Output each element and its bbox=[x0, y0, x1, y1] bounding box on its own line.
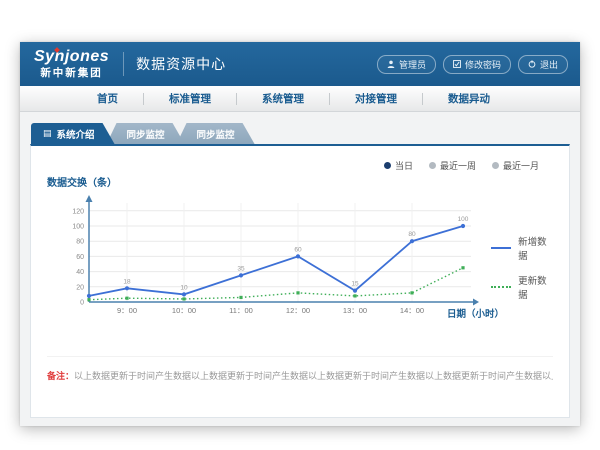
admin-user-button[interactable]: 管理员 bbox=[377, 55, 436, 74]
svg-text:120: 120 bbox=[72, 208, 84, 215]
radio-last-month[interactable]: 最近一月 bbox=[492, 158, 539, 172]
logo-company: 新中新集团 bbox=[40, 68, 103, 79]
svg-text:10: 10 bbox=[180, 284, 188, 291]
tab-label: 同步监控 bbox=[127, 127, 165, 141]
legend-line-solid-icon bbox=[491, 247, 511, 249]
svg-text:15: 15 bbox=[351, 281, 359, 288]
svg-text:100: 100 bbox=[72, 224, 84, 231]
svg-text:14：00: 14：00 bbox=[400, 306, 424, 315]
svg-text:80: 80 bbox=[408, 231, 416, 238]
svg-text:80: 80 bbox=[76, 239, 84, 246]
nav-item-standard-mgmt[interactable]: 标准管理 bbox=[144, 91, 236, 106]
logout-label: 退出 bbox=[540, 58, 558, 71]
svg-text:35: 35 bbox=[237, 265, 245, 272]
svg-text:60: 60 bbox=[76, 254, 84, 261]
y-axis-title: 数据交换（条） bbox=[47, 174, 553, 188]
content-area: ▤ 系统介绍 同步监控 同步监控 当日 bbox=[20, 112, 580, 425]
tab-system-intro[interactable]: ▤ 系统介绍 bbox=[31, 123, 115, 144]
nav-item-data-change[interactable]: 数据异动 bbox=[423, 91, 515, 106]
logout-icon bbox=[528, 60, 536, 68]
edit-icon bbox=[453, 60, 461, 68]
radio-today[interactable]: 当日 bbox=[384, 158, 413, 172]
app-header: Synjones 新中新集团 数据资源中心 管理员 修改密码 bbox=[20, 42, 580, 86]
svg-text:9：00: 9：00 bbox=[117, 306, 137, 315]
legend-item-update-data[interactable]: 更新数据 bbox=[491, 273, 553, 301]
svg-text:40: 40 bbox=[76, 269, 84, 276]
logo-brand: Synjones bbox=[34, 49, 109, 65]
app-window: Synjones 新中新集团 数据资源中心 管理员 修改密码 bbox=[20, 42, 580, 426]
footnote-text: 以上数据更新于时间产生数据以上数据更新于时间产生数据以上数据更新于时间产生数据以… bbox=[74, 371, 553, 381]
svg-text:12：00: 12：00 bbox=[286, 306, 310, 315]
logo: Synjones 新中新集团 bbox=[34, 49, 123, 79]
document-icon: ▤ bbox=[43, 128, 52, 139]
tab-label: 同步监控 bbox=[197, 127, 235, 141]
x-axis-title: 日期（小时） bbox=[447, 306, 504, 320]
radio-selected-icon bbox=[384, 162, 391, 169]
header-divider bbox=[123, 52, 124, 76]
radio-last-week[interactable]: 最近一周 bbox=[429, 158, 476, 172]
logout-button[interactable]: 退出 bbox=[518, 55, 568, 74]
svg-text:60: 60 bbox=[294, 246, 302, 253]
tab-sync-monitor-1[interactable]: 同步监控 bbox=[107, 123, 185, 144]
footnote-prefix: 备注： bbox=[47, 371, 74, 381]
nav-item-home[interactable]: 首页 bbox=[72, 91, 143, 106]
legend-item-new-data[interactable]: 新增数据 bbox=[491, 234, 553, 262]
admin-user-label: 管理员 bbox=[399, 58, 426, 71]
legend-label: 更新数据 bbox=[518, 273, 553, 301]
svg-text:13：00: 13：00 bbox=[343, 306, 367, 315]
line-chart: 0 20 40 60 80 100 120 9：00 10：00 11：00 12：00 13：00 1… bbox=[47, 190, 553, 342]
svg-text:100: 100 bbox=[458, 216, 469, 223]
legend-line-dotted-icon bbox=[491, 286, 511, 288]
svg-text:10：00: 10：00 bbox=[172, 306, 196, 315]
radio-last-week-label: 最近一周 bbox=[440, 159, 476, 172]
nav-item-interface-mgmt[interactable]: 对接管理 bbox=[330, 91, 422, 106]
user-icon bbox=[387, 60, 395, 68]
footnote: 备注：以上数据更新于时间产生数据以上数据更新于时间产生数据以上数据更新于时间产生… bbox=[47, 356, 553, 382]
radio-last-month-label: 最近一月 bbox=[503, 159, 539, 172]
user-menu: 管理员 修改密码 退出 bbox=[377, 55, 568, 74]
tab-sync-monitor-2[interactable]: 同步监控 bbox=[177, 123, 255, 144]
page-title: 数据资源中心 bbox=[136, 54, 226, 74]
chart-card: 当日 最近一周 最近一月 数据交换（条） 0 20 40 60 80 100 120 9：00… bbox=[30, 144, 570, 418]
time-range-filter: 当日 最近一周 最近一月 bbox=[47, 158, 539, 172]
change-password-button[interactable]: 修改密码 bbox=[443, 55, 511, 74]
main-nav: 首页 标准管理 系统管理 对接管理 数据异动 bbox=[20, 86, 580, 112]
page: Synjones 新中新集团 数据资源中心 管理员 修改密码 bbox=[0, 0, 600, 450]
tab-label: 系统介绍 bbox=[57, 127, 95, 141]
svg-text:18: 18 bbox=[123, 278, 131, 285]
tab-bar: ▤ 系统介绍 同步监控 同步监控 bbox=[31, 123, 570, 144]
svg-text:11：00: 11：00 bbox=[229, 306, 253, 315]
nav-item-system-mgmt[interactable]: 系统管理 bbox=[237, 91, 329, 106]
legend-label: 新增数据 bbox=[518, 234, 553, 262]
chart-legend: 新增数据 更新数据 bbox=[491, 234, 553, 301]
radio-today-label: 当日 bbox=[395, 159, 413, 172]
chart-canvas: 0 20 40 60 80 100 120 9：00 10：00 11：00 12：00 13：00 1… bbox=[61, 190, 497, 332]
svg-text:0: 0 bbox=[80, 300, 84, 307]
radio-unselected-icon bbox=[429, 162, 436, 169]
svg-text:20: 20 bbox=[76, 284, 84, 291]
radio-unselected-icon bbox=[492, 162, 499, 169]
change-password-label: 修改密码 bbox=[465, 58, 501, 71]
